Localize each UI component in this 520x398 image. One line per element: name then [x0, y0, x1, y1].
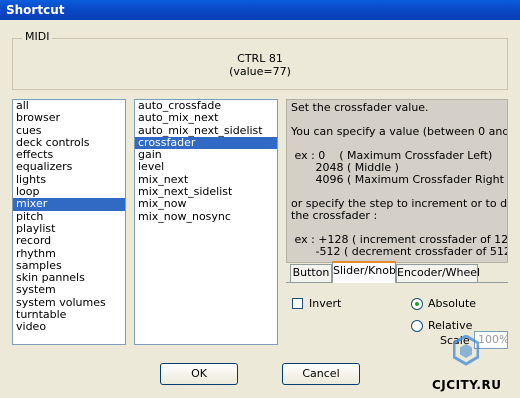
absolute-radio[interactable]	[411, 298, 423, 310]
relative-radio[interactable]	[411, 320, 423, 332]
window-title: Shortcut	[0, 0, 520, 20]
action-list-item[interactable]: auto_mix_next	[135, 111, 277, 124]
scale-input[interactable]: 100%	[474, 331, 508, 349]
ok-button[interactable]: OK	[160, 363, 238, 385]
category-list-item[interactable]: browser	[13, 111, 125, 124]
midi-value: (value=77)	[229, 65, 291, 78]
shortcut-window: Shortcut MIDI CTRL 81 (value=77) all brow…	[0, 0, 520, 398]
category-list-item[interactable]: equalizers	[13, 161, 125, 174]
tab-button[interactable]: Button	[290, 264, 332, 282]
tab-encoder-wheel[interactable]: Encoder/Wheel	[396, 264, 480, 282]
action-list-item[interactable]: mix_now	[135, 198, 277, 211]
watermark-text: CJCITY.RU	[432, 378, 502, 392]
watermark-logo-icon	[453, 335, 479, 366]
action-list-item[interactable]: level	[135, 161, 277, 174]
description-line: the crossfader :	[291, 209, 378, 222]
category-list-item[interactable]: video	[13, 321, 125, 334]
absolute-label: Absolute	[428, 297, 477, 310]
category-list-item[interactable]: mixer	[13, 198, 125, 211]
tab-slider-knob[interactable]: Slider/Knob	[332, 261, 396, 283]
midi-group-label: MIDI	[22, 30, 53, 43]
relative-label: Relative	[428, 319, 473, 332]
invert-label: Invert	[309, 297, 342, 310]
action-list-item[interactable]: mix_now_nosync	[135, 210, 277, 223]
action-list[interactable]: auto_crossfade auto_mix_next auto_mix_next…	[134, 99, 278, 345]
midi-control: CTRL 81	[237, 52, 283, 65]
description-line: You can specify a value (between 0 and 4…	[291, 125, 508, 138]
cancel-button[interactable]: Cancel	[282, 363, 360, 385]
category-list-item[interactable]: record	[13, 234, 125, 247]
description-line: -512 ( decrement crossfader of 512 )	[291, 245, 508, 258]
invert-checkbox[interactable]	[292, 298, 303, 309]
category-list-item[interactable]: system	[13, 284, 125, 297]
category-list[interactable]: all browser cues deck controls effects equali…	[12, 99, 126, 345]
description-panel: Set the crossfader value. You can specify…	[286, 99, 508, 263]
description-line: 4096 ( Maximum Crossfader Right )	[291, 173, 508, 186]
category-list-item[interactable]: rhythm	[13, 247, 125, 260]
description-line: Set the crossfader value.	[291, 101, 429, 114]
